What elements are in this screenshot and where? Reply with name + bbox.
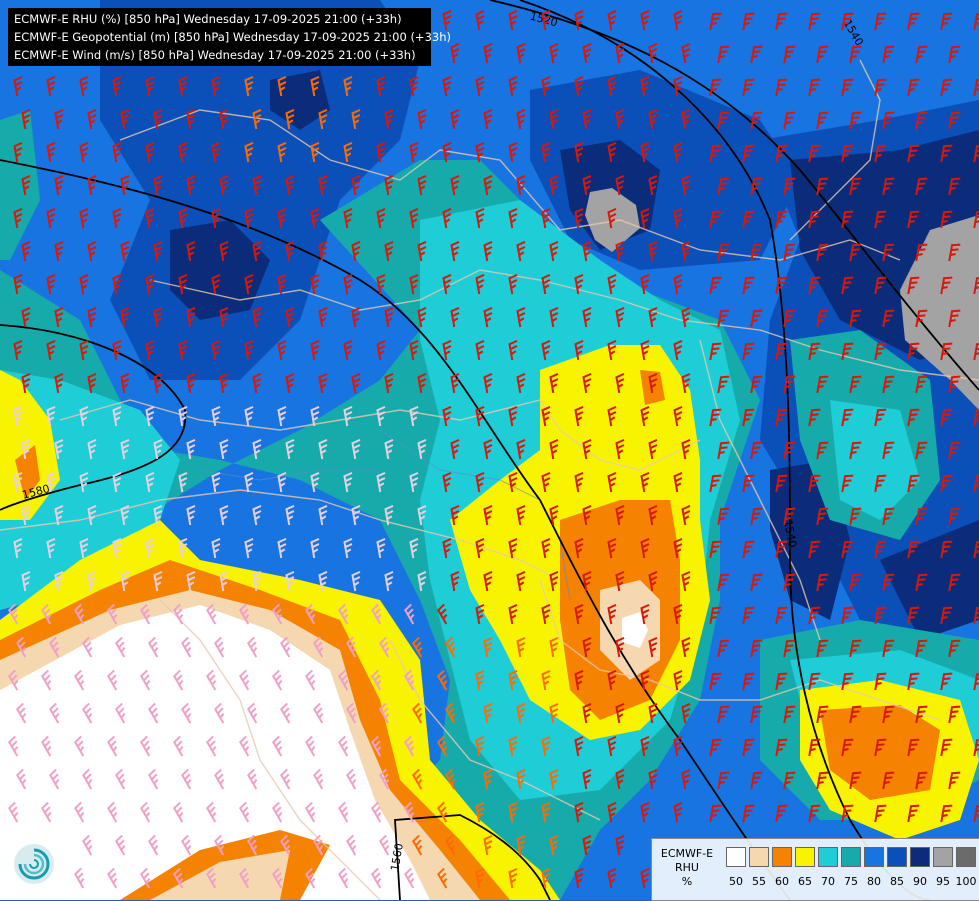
legend-tick-label: 80 <box>867 875 881 888</box>
legend-swatch <box>772 847 792 867</box>
legend-tick-label: 95 <box>936 875 950 888</box>
legend-swatch <box>864 847 884 867</box>
legend-swatch <box>910 847 930 867</box>
legend-swatch <box>795 847 815 867</box>
legend-swatch <box>749 847 769 867</box>
ecmwf-logo-icon <box>14 844 54 884</box>
legend-swatch <box>841 847 861 867</box>
legend-swatch <box>726 847 746 867</box>
map-header: ECMWF-E RHU (%) [850 hPa] Wednesday 17-0… <box>8 8 451 66</box>
legend-title: ECMWF-E RHU % <box>660 847 714 888</box>
weather-map: 1520 1540 1540 1560 1580 <box>0 0 979 900</box>
legend-tick-label: 100 <box>955 875 977 888</box>
header-geopotential: ECMWF-E Geopotential (m) [850 hPa] Wedne… <box>14 30 451 44</box>
legend-tick-label: 65 <box>798 875 812 888</box>
legend-tick-label: 90 <box>913 875 927 888</box>
legend-swatch <box>887 847 907 867</box>
rhu-legend: ECMWF-E RHU % 50 55 60 65 70 75 80 85 90 95 100 <box>651 838 979 901</box>
legend-swatch <box>956 847 976 867</box>
header-rhu: ECMWF-E RHU (%) [850 hPa] Wednesday 17-0… <box>14 12 402 26</box>
legend-tick-label: 75 <box>844 875 858 888</box>
legend-tick-label: 60 <box>775 875 789 888</box>
legend-tick-label: 70 <box>821 875 835 888</box>
legend-tick-label: 50 <box>729 875 743 888</box>
legend-tick-label: 85 <box>890 875 904 888</box>
legend-swatch <box>933 847 953 867</box>
legend-tick-label: 55 <box>752 875 766 888</box>
legend-swatch <box>818 847 838 867</box>
header-wind: ECMWF-E Wind (m/s) [850 hPa] Wednesday 1… <box>14 48 416 62</box>
